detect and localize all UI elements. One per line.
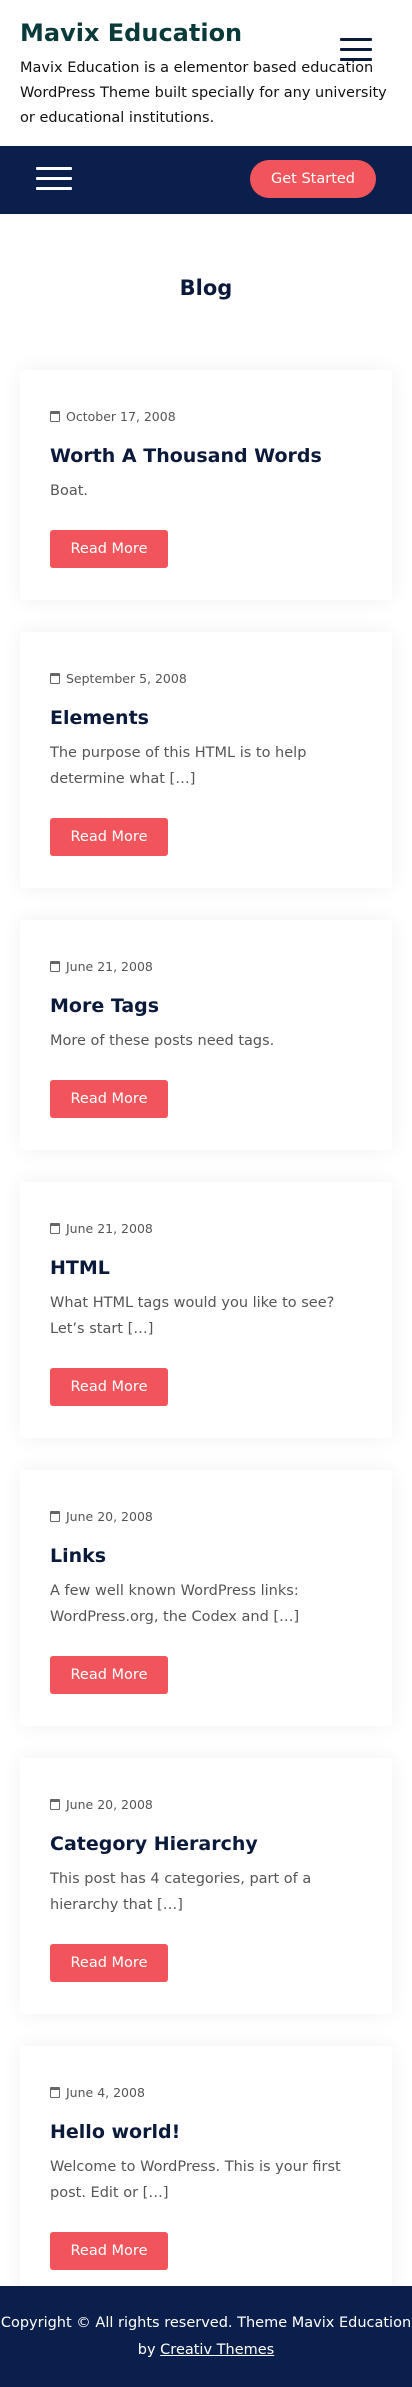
post-excerpt: What HTML tags would you like to see? Le… <box>50 1295 335 1337</box>
post-card: June 4, 2008 Hello world! Welcome to Wor… <box>20 2046 392 2302</box>
hamburger-menu-icon[interactable] <box>36 167 72 197</box>
site-header: Mavix Education Mavix Education is a ele… <box>0 0 412 146</box>
read-more-button[interactable]: Read More <box>50 818 168 856</box>
navbar: Get Started <box>0 146 412 214</box>
calendar-icon <box>50 2086 60 2098</box>
post-excerpt: Boat. <box>50 483 88 499</box>
post-title[interactable]: Links <box>50 1544 362 1568</box>
post-excerpt: A few well known WordPress links: WordPr… <box>50 1583 300 1625</box>
site-title[interactable]: Mavix Education <box>20 18 392 48</box>
creativ-themes-link[interactable]: Creativ Themes <box>160 2342 274 2358</box>
calendar-icon <box>50 672 60 684</box>
calendar-icon <box>50 1798 60 1810</box>
post-date: June 21, 2008 <box>50 920 362 978</box>
calendar-icon <box>50 1510 60 1522</box>
read-more-button[interactable]: Read More <box>50 530 168 568</box>
post-card: June 21, 2008 More Tags More of these po… <box>20 920 392 1150</box>
post-title[interactable]: Hello world! <box>50 2120 362 2144</box>
post-excerpt: The purpose of this HTML is to help dete… <box>50 745 307 787</box>
post-title[interactable]: Elements <box>50 706 362 730</box>
post-date: June 21, 2008 <box>50 1182 362 1240</box>
read-more-button[interactable]: Read More <box>50 2232 168 2270</box>
site-footer: Copyright © All rights reserved. Theme M… <box>0 2286 412 2387</box>
read-more-button[interactable]: Read More <box>50 1080 168 1118</box>
post-list: October 17, 2008 Worth A Thousand Words … <box>0 370 412 2302</box>
post-card: September 5, 2008 Elements The purpose o… <box>20 632 392 888</box>
post-date-text: June 21, 2008 <box>66 958 153 974</box>
post-date-text: June 20, 2008 <box>66 1508 153 1524</box>
read-more-button[interactable]: Read More <box>50 1368 168 1406</box>
post-date: June 4, 2008 <box>50 2046 362 2104</box>
post-card: June 20, 2008 Links A few well known Wor… <box>20 1470 392 1726</box>
post-title[interactable]: More Tags <box>50 994 362 1018</box>
post-excerpt: This post has 4 categories, part of a hi… <box>50 1871 312 1913</box>
page: Mavix Education Mavix Education is a ele… <box>0 0 412 2387</box>
get-started-button[interactable]: Get Started <box>250 160 376 198</box>
read-more-button[interactable]: Read More <box>50 1944 168 1982</box>
page-title: Blog <box>179 276 233 300</box>
post-date-text: June 4, 2008 <box>66 2084 145 2100</box>
post-date-text: June 20, 2008 <box>66 1796 153 1812</box>
calendar-icon <box>50 960 60 972</box>
post-card: June 20, 2008 Category Hierarchy This po… <box>20 1758 392 2014</box>
post-date-text: June 21, 2008 <box>66 1220 153 1236</box>
menu-toggle-icon[interactable] <box>340 38 372 68</box>
post-date-text: October 17, 2008 <box>66 408 176 424</box>
post-title[interactable]: HTML <box>50 1256 362 1280</box>
post-card: October 17, 2008 Worth A Thousand Words … <box>20 370 392 600</box>
read-more-button[interactable]: Read More <box>50 1656 168 1694</box>
post-excerpt: Welcome to WordPress. This is your first… <box>50 2159 341 2201</box>
post-title[interactable]: Worth A Thousand Words <box>50 444 362 468</box>
post-excerpt: More of these posts need tags. <box>50 1033 275 1049</box>
calendar-icon <box>50 1222 60 1234</box>
post-title[interactable]: Category Hierarchy <box>50 1832 362 1856</box>
post-date: October 17, 2008 <box>50 370 362 428</box>
post-date: September 5, 2008 <box>50 632 362 690</box>
post-card: June 21, 2008 HTML What HTML tags would … <box>20 1182 392 1438</box>
post-date-text: September 5, 2008 <box>66 670 187 686</box>
calendar-icon <box>50 410 60 422</box>
post-date: June 20, 2008 <box>50 1470 362 1528</box>
post-date: June 20, 2008 <box>50 1758 362 1816</box>
